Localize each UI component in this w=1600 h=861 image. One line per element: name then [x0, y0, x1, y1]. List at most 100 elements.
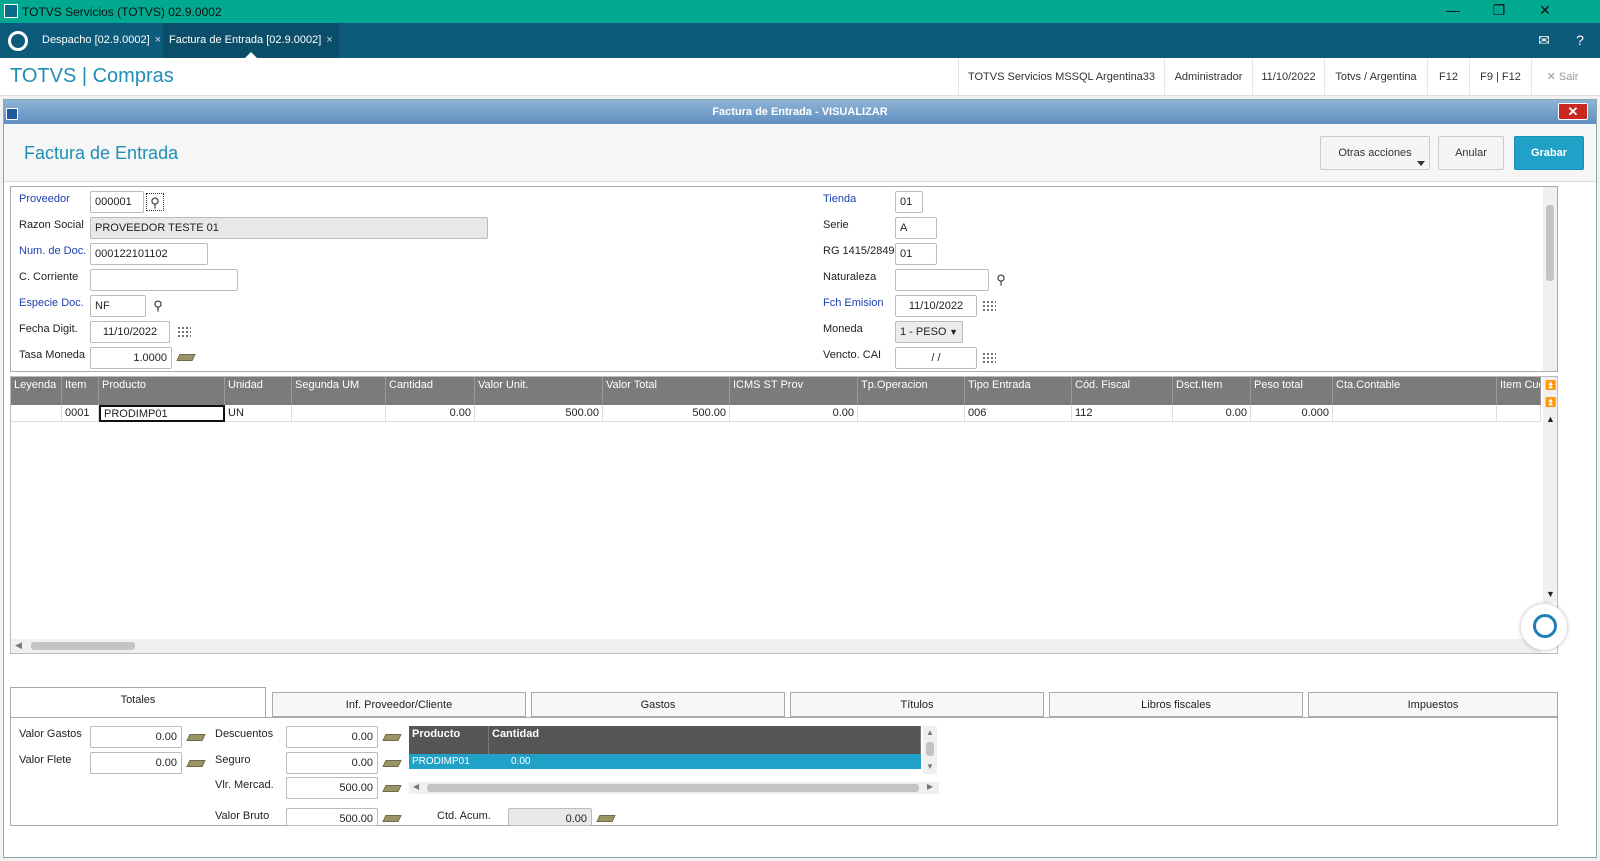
floating-assistant-button[interactable]	[1521, 604, 1567, 650]
tab-factura-entrada[interactable]: Factura de Entrada [02.9.0002] ×	[163, 23, 339, 58]
valor-gastos-input[interactable]: 0.00	[90, 726, 182, 748]
grid-cell[interactable]: 0.00	[730, 405, 858, 422]
grid-header-cell[interactable]: Valor Total	[603, 377, 730, 405]
grid-header-cell[interactable]: Tp.Operacion	[858, 377, 965, 405]
especie-doc-search-icon[interactable]: ⚲	[149, 297, 167, 315]
proveedor-search-icon[interactable]: ⚲	[146, 193, 164, 211]
mini-grid-scrollbar[interactable]: ▲ ▼	[923, 726, 937, 774]
valor-bruto-input[interactable]: 500.00	[286, 808, 378, 826]
vencto-cai-calendar-icon[interactable]	[982, 352, 996, 364]
fch-emision-calendar-icon[interactable]	[982, 300, 996, 312]
grid-header-cell[interactable]: Peso total	[1251, 377, 1333, 405]
exit-button[interactable]: ✕ Sair	[1531, 58, 1593, 96]
tab-titulos[interactable]: Títulos	[790, 692, 1044, 717]
vlr-mercad-input[interactable]: 500.00	[286, 777, 378, 799]
fecha-digit-input[interactable]: 11/10/2022	[90, 321, 170, 343]
mini-grid-hscrollbar[interactable]: ◀ ▶	[409, 782, 939, 794]
f9-f12-shortcut[interactable]: F9 | F12	[1469, 58, 1531, 96]
fecha-digit-calendar-icon[interactable]	[177, 326, 191, 338]
grid-cell[interactable]: 006	[965, 405, 1072, 422]
grid-header-cell[interactable]: Cantidad	[386, 377, 475, 405]
minimize-button[interactable]: —	[1430, 0, 1476, 23]
serie-input[interactable]: A	[895, 217, 937, 239]
cancel-button[interactable]: Anular	[1438, 136, 1504, 170]
ctd-acum-calculator-icon[interactable]	[596, 812, 616, 824]
grid-header-cell[interactable]: Leyenda	[11, 377, 62, 405]
tienda-input[interactable]: 01	[895, 191, 923, 213]
environment-info[interactable]: TOTVS Servicios MSSQL Argentina33	[958, 58, 1164, 96]
restore-button[interactable]: ❐	[1476, 0, 1522, 23]
scroll-down-icon[interactable]: ▼	[926, 762, 934, 771]
tab-despacho[interactable]: Despacho [02.9.0002] ×	[36, 23, 167, 58]
grid-header-cell[interactable]: ICMS ST Prov	[730, 377, 858, 405]
rg-input[interactable]: 01	[895, 243, 937, 265]
scroll-up-icon[interactable]: ▲	[1546, 414, 1555, 424]
razon-social-input[interactable]: PROVEEDOR TESTE 01	[90, 217, 488, 239]
moneda-select[interactable]: 1 - PESO ▼	[895, 321, 963, 343]
grid-header-cell[interactable]: Item	[62, 377, 99, 405]
grid-cell[interactable]	[858, 405, 965, 422]
mini-grid-hscroll-thumb[interactable]	[427, 784, 919, 792]
scroll-left-icon[interactable]: ◀	[413, 782, 419, 791]
grid-cell[interactable]: 500.00	[475, 405, 603, 422]
naturaleza-search-icon[interactable]: ⚲	[992, 271, 1010, 289]
tab-totales[interactable]: Totales	[10, 687, 266, 717]
grid-cell[interactable]: 0001	[62, 405, 99, 422]
tab-close-icon[interactable]: ×	[326, 34, 332, 46]
tab-gastos[interactable]: Gastos	[531, 692, 785, 717]
valor-flete-input[interactable]: 0.00	[90, 752, 182, 774]
valor-bruto-calculator-icon[interactable]	[382, 812, 402, 824]
mini-grid-scroll-thumb[interactable]	[926, 742, 934, 756]
especie-doc-input[interactable]: NF	[90, 295, 146, 317]
valor-gastos-calculator-icon[interactable]	[186, 731, 206, 743]
vlr-mercad-calculator-icon[interactable]	[382, 782, 402, 794]
seguro-calculator-icon[interactable]	[382, 757, 402, 769]
grid-header-cell[interactable]: Cta.Contable	[1333, 377, 1497, 405]
ctd-acum-input[interactable]: 0.00	[508, 808, 592, 826]
tasa-moneda-calculator-icon[interactable]	[176, 351, 196, 363]
proveedor-input[interactable]: 000001	[90, 191, 144, 213]
grid-cell[interactable]: 0.00	[1173, 405, 1251, 422]
fields-scrollbar-thumb[interactable]	[1546, 205, 1554, 281]
tab-impuestos[interactable]: Impuestos	[1308, 692, 1558, 717]
company-info[interactable]: Totvs / Argentina	[1324, 58, 1427, 96]
tab-libros-fiscales[interactable]: Libros fiscales	[1049, 692, 1303, 717]
fields-scrollbar[interactable]	[1543, 187, 1557, 371]
mini-grid-cell-cantidad[interactable]: 0.00	[489, 754, 921, 769]
mini-grid-cell-producto[interactable]: PRODIMP01	[409, 754, 489, 769]
grid-cell[interactable]: 0.000	[1251, 405, 1333, 422]
valor-flete-calculator-icon[interactable]	[186, 757, 206, 769]
grid-cell[interactable]: 500.00	[603, 405, 730, 422]
descuentos-input[interactable]: 0.00	[286, 726, 378, 748]
grid-scrollbar[interactable]: ⏫ ⏫ ▲ ▼	[1543, 377, 1557, 603]
grid-cell[interactable]	[292, 405, 386, 422]
grid-horizontal-scrollbar[interactable]: ◀	[11, 639, 1541, 653]
window-close-button[interactable]: ✕	[1522, 0, 1568, 23]
scroll-down-icon[interactable]: ▼	[1546, 589, 1555, 599]
tasa-moneda-input[interactable]: 1.0000	[90, 347, 172, 369]
grid-cell[interactable]	[1497, 405, 1541, 422]
totvs-logo-icon[interactable]	[8, 31, 28, 51]
help-icon[interactable]: ?	[1562, 23, 1598, 58]
grid-cell[interactable]: PRODIMP01	[99, 405, 225, 422]
tab-close-icon[interactable]: ×	[155, 34, 161, 46]
scroll-page-up-icon[interactable]: ⏫	[1545, 397, 1556, 408]
scroll-up-icon[interactable]: ▲	[926, 728, 934, 737]
f12-shortcut[interactable]: F12	[1427, 58, 1469, 96]
user-info[interactable]: Administrador	[1164, 58, 1252, 96]
grid-cell[interactable]: UN	[225, 405, 292, 422]
grid-header-cell[interactable]: Segunda UM	[292, 377, 386, 405]
mail-icon[interactable]: ✉	[1526, 23, 1562, 58]
save-button[interactable]: Grabar	[1514, 136, 1584, 170]
grid-cell[interactable]: 0.00	[386, 405, 475, 422]
fch-emision-input[interactable]: 11/10/2022	[895, 295, 977, 317]
date-info[interactable]: 11/10/2022	[1252, 58, 1324, 96]
grid-cell[interactable]: 112	[1072, 405, 1173, 422]
dialog-close-button[interactable]: ✕	[1558, 103, 1588, 120]
grid-header-cell[interactable]: Unidad	[225, 377, 292, 405]
grid-header-cell[interactable]: Producto	[99, 377, 225, 405]
num-doc-input[interactable]: 000122101102	[90, 243, 208, 265]
naturaleza-input[interactable]	[895, 269, 989, 291]
descuentos-calculator-icon[interactable]	[382, 731, 402, 743]
grid-header-cell[interactable]: Valor Unit.	[475, 377, 603, 405]
